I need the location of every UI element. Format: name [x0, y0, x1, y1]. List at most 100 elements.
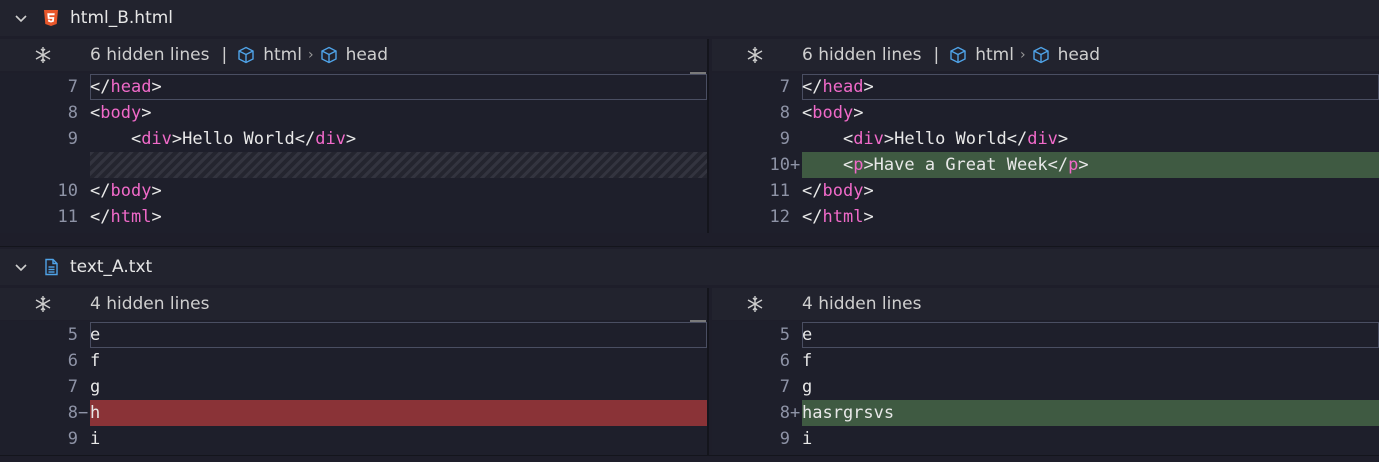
file-header-text-a[interactable]: text_A.txt	[0, 249, 1379, 285]
scroll-marker	[690, 320, 706, 322]
code-token: e	[802, 325, 813, 345]
html5-icon	[44, 10, 58, 26]
tag-name: body	[100, 103, 142, 123]
breadcrumb-head[interactable]: head	[346, 39, 388, 71]
diff-marker: +	[790, 403, 801, 423]
diff-marker: −	[78, 403, 89, 423]
chevron-down-icon[interactable]	[12, 258, 30, 276]
diff-line[interactable]: 8 <body>	[0, 100, 707, 126]
code-token: <	[802, 155, 854, 175]
tag-name: body	[822, 181, 864, 201]
diff-line[interactable]: 6f	[712, 348, 1379, 374]
line-background	[90, 74, 707, 100]
hidden-lines-label: 6 hidden lines	[802, 45, 922, 65]
line-text: <body>	[90, 100, 151, 126]
diff-line[interactable]: 8− h	[0, 400, 707, 426]
line-number: 9	[779, 129, 790, 149]
diff-line[interactable]: 7 </head>	[712, 74, 1379, 100]
code-token: h	[90, 403, 101, 423]
cube-icon	[238, 46, 254, 64]
line-number: 9	[67, 129, 78, 149]
cube-icon	[950, 46, 966, 64]
line-text: e	[90, 322, 100, 348]
expand-lines-icon[interactable]	[34, 295, 52, 313]
code-token: g	[90, 377, 101, 397]
code-token: <	[90, 103, 101, 123]
diff-line[interactable]: 7g	[0, 374, 707, 400]
diff-line[interactable]: 10 + <p>Have a Great Week</p>	[712, 152, 1379, 178]
diff-line[interactable]	[0, 152, 707, 178]
breadcrumb-head[interactable]: head	[1058, 39, 1100, 71]
diff-line[interactable]: 9i	[0, 426, 707, 452]
line-background	[802, 100, 1379, 126]
breadcrumb-separator: |	[221, 45, 228, 65]
hidden-lines-band-right[interactable]: 4 hidden lines	[712, 288, 1379, 320]
code-token: </	[90, 207, 111, 227]
code-token: </	[802, 181, 823, 201]
line-number: 8	[67, 103, 78, 123]
line-text: hasrgrsvs	[802, 400, 894, 426]
code-token: f	[802, 351, 813, 371]
pane-divider[interactable]	[707, 39, 709, 233]
diff-line[interactable]: 11 </body>	[712, 178, 1379, 204]
diff-pane-right[interactable]: 7 </head> 8 <body> 9 <div>Hello World</div> 1…	[712, 73, 1379, 233]
code-token: </	[90, 77, 111, 97]
code-token: i	[90, 429, 101, 449]
file-header-html-b[interactable]: html_B.html	[0, 0, 1379, 36]
expand-lines-icon[interactable]	[746, 295, 764, 313]
expand-lines-icon[interactable]	[34, 46, 52, 64]
diff-pane-left[interactable]: 7 </head> 8 <body> 9 <div>Hello World</div> 1…	[0, 73, 707, 233]
line-background	[90, 152, 707, 178]
hidden-lines-label: 4 hidden lines	[802, 294, 922, 314]
tag-name: html	[110, 207, 152, 227]
file-name: html_B.html	[70, 8, 174, 28]
line-text: g	[90, 374, 100, 400]
diff-line[interactable]: 9 <div>Hello World</div>	[712, 126, 1379, 152]
code-token: </	[802, 207, 823, 227]
line-text: <body>	[802, 100, 863, 126]
line-text: i	[802, 426, 812, 452]
hidden-lines-band-left[interactable]: 4 hidden lines	[0, 288, 707, 320]
diff-pane-right[interactable]: 5 e 6 f 7 g 8 + hasrgrsvs 9 i	[712, 321, 1379, 455]
tag-name: div	[853, 129, 884, 149]
line-number: 10	[57, 181, 78, 201]
cube-icon	[320, 46, 337, 64]
line-number: 7	[779, 377, 790, 397]
line-number: 5	[779, 325, 790, 345]
line-number: 10	[769, 155, 790, 175]
diff-line[interactable]: 7 </head>	[0, 74, 707, 100]
diff-line[interactable]: 5e	[0, 322, 707, 348]
breadcrumb-html[interactable]: html	[975, 39, 1014, 71]
diff-line[interactable]: 9i	[712, 426, 1379, 452]
diff-line[interactable]: 11 </html>	[0, 204, 707, 230]
line-text: </body>	[90, 178, 162, 204]
chevron-down-icon[interactable]	[12, 9, 30, 27]
line-text: </head>	[802, 74, 874, 100]
diff-pane-left[interactable]: 5 e 6 f 7 g 8− h 9 i	[0, 321, 707, 455]
code-token: >	[1078, 155, 1089, 175]
hidden-lines-band-right[interactable]: 6 hidden lines | html › head	[712, 39, 1379, 71]
diff-line[interactable]: 12 </html>	[712, 204, 1379, 230]
code-token: <	[802, 103, 813, 123]
line-number: 7	[67, 77, 78, 97]
code-token: >	[151, 77, 162, 97]
code-token: >	[863, 181, 874, 201]
diff-line[interactable]: 9 <div>Hello World</div>	[0, 126, 707, 152]
line-text: h	[90, 400, 100, 426]
pane-divider[interactable]	[707, 288, 709, 455]
diff-line[interactable]: 8 + hasrgrsvs	[712, 400, 1379, 426]
code-token: >Have a Great Week</	[863, 155, 1069, 175]
code-token: >	[1057, 129, 1069, 149]
breadcrumb-html[interactable]: html	[263, 39, 302, 71]
code-token: g	[802, 377, 813, 397]
hidden-lines-band-left[interactable]: 6 hidden lines | html › head	[0, 39, 707, 71]
diff-line[interactable]: 10 </body>	[0, 178, 707, 204]
code-token: <	[802, 129, 854, 149]
expand-lines-icon[interactable]	[746, 46, 764, 64]
diff-line[interactable]: 6f	[0, 348, 707, 374]
diff-line[interactable]: 5e	[712, 322, 1379, 348]
diff-line[interactable]: 7g	[712, 374, 1379, 400]
tag-name: div	[1027, 129, 1058, 149]
diff-line[interactable]: 8 <body>	[712, 100, 1379, 126]
chevron-right-icon: ›	[307, 47, 314, 63]
